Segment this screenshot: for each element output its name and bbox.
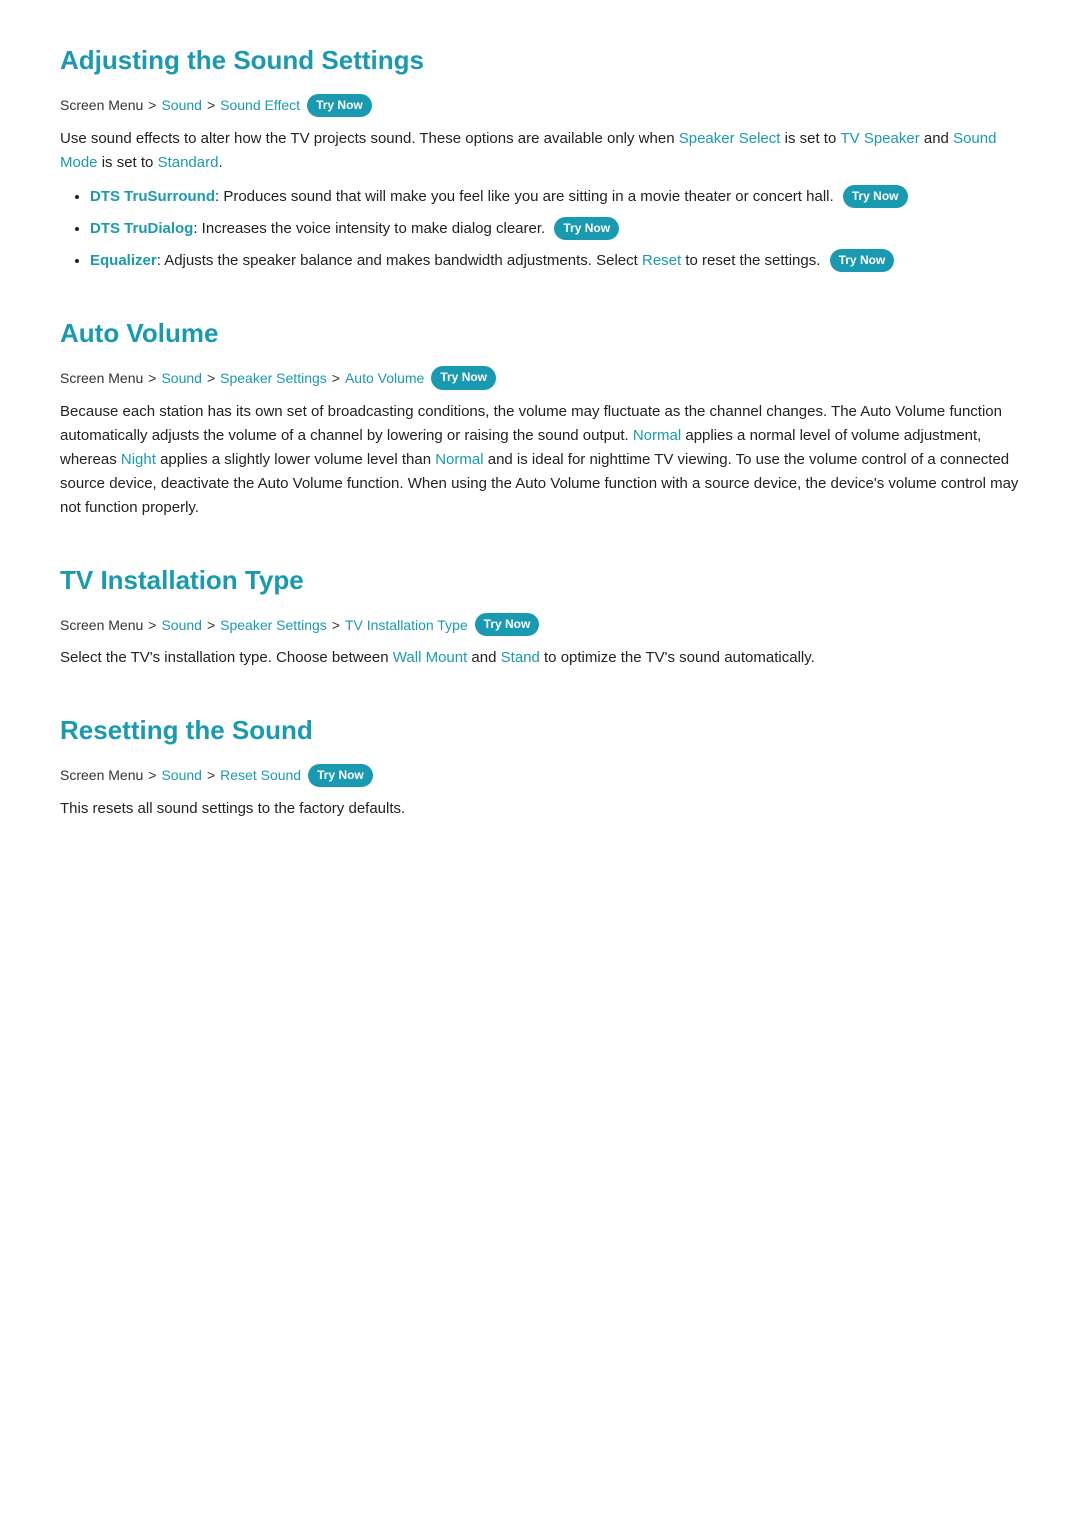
section-title-tv-installation: TV Installation Type bbox=[60, 560, 1020, 602]
breadcrumb-sound-4[interactable]: Sound bbox=[161, 764, 201, 786]
breadcrumb-speaker-settings-1[interactable]: Speaker Settings bbox=[220, 367, 327, 389]
breadcrumb-sep-5: > bbox=[332, 367, 340, 389]
highlight-normal-2: Normal bbox=[435, 451, 483, 468]
breadcrumb-sep-9: > bbox=[148, 764, 156, 786]
breadcrumb-sep-2: > bbox=[207, 94, 215, 116]
section-title-auto-volume: Auto Volume bbox=[60, 313, 1020, 355]
section-auto-volume: Auto Volume Screen Menu > Sound > Speake… bbox=[60, 313, 1020, 520]
term-equalizer: Equalizer bbox=[90, 252, 157, 269]
section-adjusting-sound: Adjusting the Sound Settings Screen Menu… bbox=[60, 40, 1020, 273]
breadcrumb-tv-installation-type[interactable]: TV Installation Type bbox=[345, 614, 468, 636]
highlight-tv-speaker: TV Speaker bbox=[840, 130, 919, 147]
section-title-resetting-sound: Resetting the Sound bbox=[60, 710, 1020, 752]
breadcrumb-screen-menu-2: Screen Menu bbox=[60, 367, 143, 389]
list-item-dts-trudialog: DTS TruDialog: Increases the voice inten… bbox=[90, 217, 1020, 241]
term-dts-trusurround: DTS TruSurround bbox=[90, 188, 215, 205]
features-list-adjusting-sound: DTS TruSurround: Produces sound that wil… bbox=[90, 185, 1020, 273]
highlight-speaker-select: Speaker Select bbox=[679, 130, 781, 147]
list-item-dts-trusurround: DTS TruSurround: Produces sound that wil… bbox=[90, 185, 1020, 209]
breadcrumb-sep-6: > bbox=[148, 614, 156, 636]
breadcrumb-sound-effect[interactable]: Sound Effect bbox=[220, 94, 300, 116]
breadcrumb-sound-2[interactable]: Sound bbox=[161, 367, 201, 389]
breadcrumb-auto-volume: Screen Menu > Sound > Speaker Settings >… bbox=[60, 366, 1020, 389]
breadcrumb-resetting-sound: Screen Menu > Sound > Reset Sound Try No… bbox=[60, 764, 1020, 787]
body-paragraph-resetting-sound: This resets all sound settings to the fa… bbox=[60, 797, 1020, 821]
breadcrumb-tv-installation: Screen Menu > Sound > Speaker Settings >… bbox=[60, 613, 1020, 636]
body-paragraph-auto-volume: Because each station has its own set of … bbox=[60, 400, 1020, 520]
highlight-night: Night bbox=[121, 451, 156, 468]
breadcrumb-sep-1: > bbox=[148, 94, 156, 116]
intro-paragraph-adjusting-sound: Use sound effects to alter how the TV pr… bbox=[60, 127, 1020, 175]
breadcrumb-screen-menu-3: Screen Menu bbox=[60, 614, 143, 636]
breadcrumb-sep-8: > bbox=[332, 614, 340, 636]
highlight-stand: Stand bbox=[501, 649, 540, 666]
breadcrumb-speaker-settings-2[interactable]: Speaker Settings bbox=[220, 614, 327, 636]
highlight-normal-1: Normal bbox=[633, 427, 681, 444]
breadcrumb-sep-7: > bbox=[207, 614, 215, 636]
try-now-badge-dts-trudialog[interactable]: Try Now bbox=[554, 217, 619, 240]
section-title-adjusting-sound: Adjusting the Sound Settings bbox=[60, 40, 1020, 82]
breadcrumb-sep-10: > bbox=[207, 764, 215, 786]
try-now-badge-tv-installation[interactable]: Try Now bbox=[475, 613, 540, 636]
highlight-standard: Standard bbox=[158, 154, 219, 171]
breadcrumb-sep-4: > bbox=[207, 367, 215, 389]
breadcrumb-adjusting-sound: Screen Menu > Sound > Sound Effect Try N… bbox=[60, 94, 1020, 117]
try-now-badge-sound-effect[interactable]: Try Now bbox=[307, 94, 372, 117]
breadcrumb-reset-sound[interactable]: Reset Sound bbox=[220, 764, 301, 786]
highlight-wall-mount: Wall Mount bbox=[393, 649, 467, 666]
try-now-badge-equalizer[interactable]: Try Now bbox=[830, 249, 895, 272]
body-paragraph-tv-installation: Select the TV's installation type. Choos… bbox=[60, 646, 1020, 670]
section-resetting-sound: Resetting the Sound Screen Menu > Sound … bbox=[60, 710, 1020, 821]
try-now-badge-reset-sound[interactable]: Try Now bbox=[308, 764, 373, 787]
breadcrumb-auto-volume[interactable]: Auto Volume bbox=[345, 367, 424, 389]
breadcrumb-sound-3[interactable]: Sound bbox=[161, 614, 201, 636]
breadcrumb-screen-menu-4: Screen Menu bbox=[60, 764, 143, 786]
try-now-badge-auto-volume[interactable]: Try Now bbox=[431, 366, 496, 389]
breadcrumb-screen-menu: Screen Menu bbox=[60, 94, 143, 116]
section-tv-installation: TV Installation Type Screen Menu > Sound… bbox=[60, 560, 1020, 671]
term-dts-trudialog: DTS TruDialog bbox=[90, 220, 193, 237]
try-now-badge-dts-trusurround[interactable]: Try Now bbox=[843, 185, 908, 208]
breadcrumb-sound-1[interactable]: Sound bbox=[161, 94, 201, 116]
list-item-equalizer: Equalizer: Adjusts the speaker balance a… bbox=[90, 249, 1020, 273]
breadcrumb-sep-3: > bbox=[148, 367, 156, 389]
highlight-reset: Reset bbox=[642, 252, 681, 269]
